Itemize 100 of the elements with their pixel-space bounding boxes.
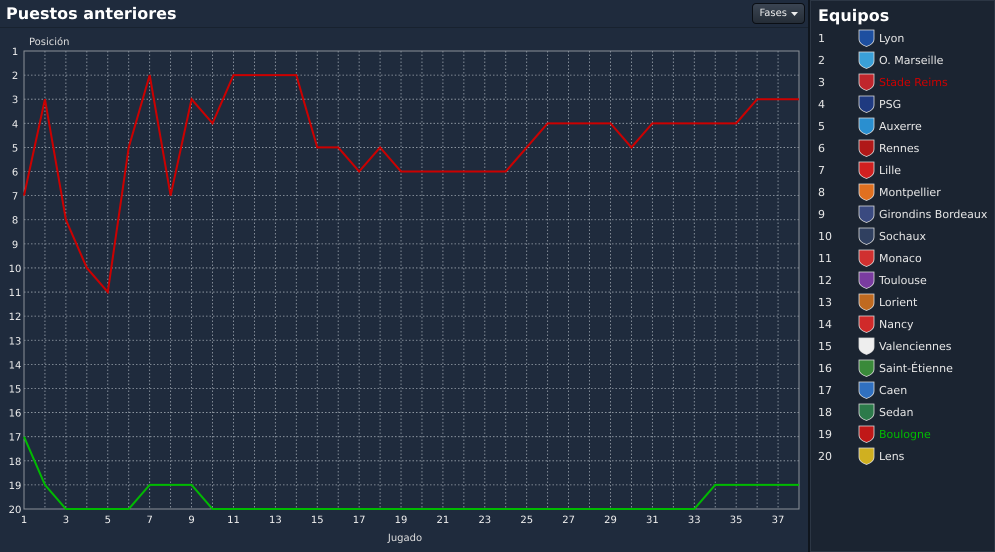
team-name: Caen <box>879 384 908 396</box>
team-name: Monaco <box>879 252 922 264</box>
rank-number: 12 <box>818 274 833 286</box>
tick-label: 17 <box>8 432 22 444</box>
team-name: Girondins Bordeaux <box>879 208 988 220</box>
team-name: Lens <box>879 450 904 462</box>
tick-label: 35 <box>730 515 743 526</box>
tick-label: 5 <box>12 143 18 154</box>
team-name: Saint-Étienne <box>879 362 953 374</box>
tick-label: 23 <box>478 515 492 526</box>
legend-title: Equipos <box>818 5 890 27</box>
tick-label: 18 <box>8 456 22 468</box>
team-name: Montpellier <box>879 186 941 198</box>
crest-icon <box>858 315 875 333</box>
crest-icon <box>858 227 875 245</box>
team-name: Lyon <box>879 32 904 44</box>
tick-label: 25 <box>520 515 534 526</box>
tick-label: 29 <box>604 515 617 526</box>
rank-number: 16 <box>818 362 833 374</box>
tick-label: 19 <box>394 515 408 526</box>
rank-number: 10 <box>818 230 833 242</box>
crest-icon <box>858 95 875 113</box>
axis-title: Posición <box>29 37 70 48</box>
rank-number: 14 <box>818 318 833 330</box>
tick-label: 3 <box>62 515 70 526</box>
crest-icon <box>858 293 875 311</box>
rank-number: 5 <box>818 120 826 132</box>
tick-label: 17 <box>352 515 366 526</box>
crest-icon <box>858 205 875 223</box>
crest-icon <box>858 249 875 267</box>
tick-label: 1 <box>12 47 18 58</box>
axis-title: Jugado <box>388 533 422 544</box>
crest-icon <box>858 381 875 399</box>
team-name: Lille <box>879 164 902 176</box>
page-title: Puestos anteriores <box>6 4 177 23</box>
crest-icon <box>858 161 875 179</box>
tick-label: 14 <box>8 360 22 372</box>
tick-label: 1 <box>20 515 28 526</box>
team-name: O. Marseille <box>879 54 944 66</box>
team-name: Sedan <box>879 406 914 418</box>
caret-icon <box>791 12 798 16</box>
tick-label: 15 <box>310 515 324 526</box>
tick-label: 7 <box>12 192 18 203</box>
tick-label: 19 <box>8 480 22 492</box>
rank-number: 8 <box>818 186 826 198</box>
tick-label: 3 <box>12 95 18 106</box>
crest-icon <box>858 403 875 421</box>
rank-number: 7 <box>818 164 826 176</box>
team-name: Sochaux <box>879 230 926 242</box>
tick-label: 16 <box>8 408 22 420</box>
crest-icon <box>858 447 875 465</box>
crest-icon <box>858 29 875 47</box>
crest-icon <box>858 337 875 355</box>
tick-label: 11 <box>8 288 22 300</box>
team-name: Stade Reims <box>879 76 948 88</box>
tick-label: 4 <box>12 119 18 130</box>
team-name: PSG <box>879 98 902 110</box>
tick-label: 8 <box>12 216 18 227</box>
rank-number: 3 <box>818 76 826 88</box>
tick-label: 12 <box>8 312 22 324</box>
tick-label: 13 <box>8 336 22 348</box>
team-name: Valenciennes <box>879 340 952 352</box>
rank-number: 20 <box>818 450 833 462</box>
phases-dropdown[interactable]: Fases <box>752 3 805 24</box>
rank-number: 6 <box>818 142 826 154</box>
rank-number: 4 <box>818 98 826 110</box>
rank-number: 11 <box>818 252 833 264</box>
team-name: Boulogne <box>879 428 931 440</box>
rank-number: 19 <box>818 428 833 440</box>
rank-number: 18 <box>818 406 833 418</box>
tick-label: 6 <box>12 168 18 179</box>
tick-label: 9 <box>12 240 18 251</box>
rank-number: 15 <box>818 340 833 352</box>
team-name: Nancy <box>879 318 914 330</box>
rank-number: 17 <box>818 384 833 396</box>
tick-label: 10 <box>8 264 22 275</box>
tick-label: 33 <box>688 515 701 526</box>
team-name: Lorient <box>879 296 918 308</box>
tick-label: 5 <box>104 515 111 526</box>
team-name: Auxerre <box>879 120 922 132</box>
rank-number: 1 <box>818 32 826 44</box>
tick-label: 15 <box>8 384 22 396</box>
crest-icon <box>858 139 875 157</box>
rank-number: 13 <box>818 296 833 308</box>
tick-label: 9 <box>188 515 195 526</box>
tick-label: 11 <box>227 515 240 526</box>
tick-label: 37 <box>772 515 784 526</box>
tick-label: 2 <box>12 71 18 82</box>
crest-icon <box>858 183 875 201</box>
crest-icon <box>858 117 875 135</box>
rank-number: 9 <box>818 208 826 220</box>
team-name: Toulouse <box>879 274 927 286</box>
crest-icon <box>858 73 875 91</box>
tick-label: 7 <box>146 515 153 526</box>
crest-icon <box>858 359 875 377</box>
tick-label: 13 <box>268 515 282 526</box>
rank-number: 2 <box>818 54 826 66</box>
crest-icon <box>858 51 875 69</box>
tick-label: 20 <box>8 505 22 516</box>
tick-label: 27 <box>562 515 575 526</box>
